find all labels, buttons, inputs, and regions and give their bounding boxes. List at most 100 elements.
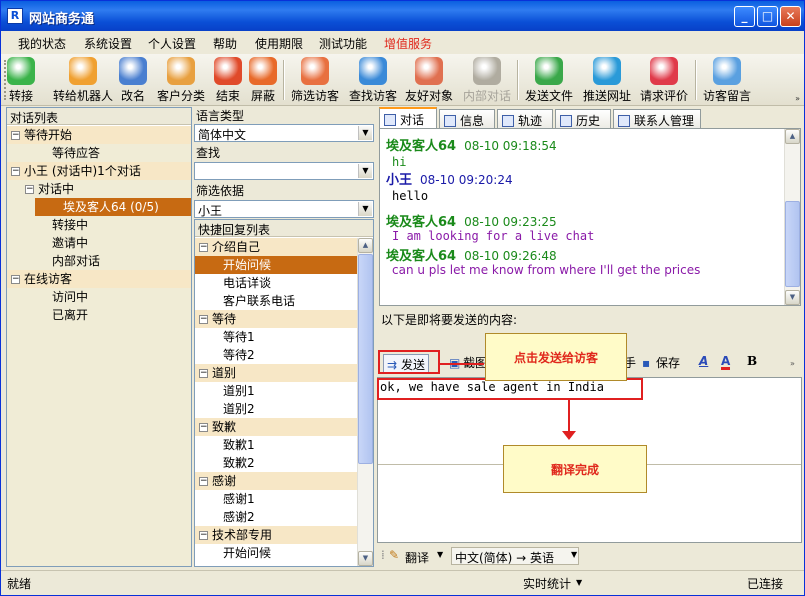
toolbar-button-find-visitor[interactable]: 查找访客 [349, 57, 397, 104]
toolbar-button-request-rating[interactable]: 请求评价 [640, 57, 688, 104]
quick-reply-label: 客户联系电话 [223, 294, 296, 308]
tree-item[interactable]: 埃及客人64 (0/5) [35, 198, 191, 216]
scroll-down-icon[interactable]: ▼ [358, 551, 373, 566]
quick-reply-item[interactable]: 开始问候 [195, 256, 357, 274]
tab-history[interactable]: 历史 [555, 109, 611, 128]
toolbar-button-visitor-message[interactable]: 访客留言 [703, 57, 751, 104]
chevron-down-icon[interactable]: ▼ [576, 578, 582, 587]
tab-info-label: 信息 [460, 114, 485, 128]
tree-item[interactable]: − 在线访客 [11, 270, 72, 288]
tree-item[interactable]: − 等待开始 [11, 126, 72, 144]
tree-item[interactable]: 已离开 [25, 306, 88, 324]
tree-item[interactable]: − 对话中 [25, 180, 74, 198]
quick-reply-item[interactable]: 等待1 [195, 328, 357, 346]
menu-my-status[interactable]: 我的状态 [18, 35, 66, 52]
toolbar-button-rename-card[interactable]: 改名 [119, 57, 147, 104]
menu-usage-period[interactable]: 使用期限 [255, 35, 303, 52]
toolbar-button-end-chat[interactable]: 结束 [214, 57, 242, 104]
quick-reply-item[interactable]: 感谢1 [195, 490, 357, 508]
toolbar-overflow-icon[interactable]: » [790, 359, 798, 369]
quick-reply-group[interactable]: − 感谢 [195, 472, 357, 490]
tab-trace[interactable]: 轨迹 [497, 109, 553, 128]
collapse-toggle-icon[interactable]: − [199, 243, 208, 252]
toolbar-button-transfer[interactable]: 转接 [7, 57, 35, 104]
language-select[interactable]: 简体中文 ▼ [194, 124, 374, 142]
quick-reply-item[interactable]: 道别1 [195, 382, 357, 400]
quick-reply-item[interactable]: 道别2 [195, 400, 357, 418]
collapse-toggle-icon[interactable]: − [25, 185, 34, 194]
tab-info[interactable]: 信息 [439, 109, 495, 128]
quick-reply-group[interactable]: − 道别 [195, 364, 357, 382]
tree-item[interactable]: 转接中 [25, 216, 88, 234]
status-realtime-stats[interactable]: 实时统计 [523, 575, 571, 592]
quick-reply-group[interactable]: − 等待 [195, 310, 357, 328]
quick-reply-group[interactable]: − 技术部专用 [195, 526, 357, 544]
toolbar-button-filter-visitor[interactable]: 筛选访客 [291, 57, 339, 104]
scroll-thumb[interactable] [785, 201, 800, 287]
menu-system-settings[interactable]: 系统设置 [84, 35, 132, 52]
quick-reply-group[interactable]: − 致歉 [195, 418, 357, 436]
toolbar-button-customer-group[interactable]: 客户分类 [157, 57, 205, 104]
tree-item[interactable]: 邀请中 [25, 234, 88, 252]
toolbar-button-push-url[interactable]: 推送网址 [583, 57, 631, 104]
quick-reply-scrollbar[interactable]: ▲ ▼ [357, 238, 373, 566]
menu-help[interactable]: 帮助 [213, 35, 237, 52]
quick-reply-item[interactable]: 开始问候 [195, 544, 357, 562]
collapse-toggle-icon[interactable]: − [199, 531, 208, 540]
tree-item[interactable]: 访问中 [25, 288, 88, 306]
chat-timestamp: 08-10 09:18:54 [464, 139, 557, 153]
translate-button[interactable]: 翻译 [405, 549, 429, 566]
tab-contacts[interactable]: 联系人管理 [613, 109, 701, 128]
chevron-down-icon[interactable]: ▼ [358, 164, 372, 178]
close-button[interactable]: ✕ [780, 6, 801, 27]
tree-item[interactable]: 等待应答 [25, 144, 100, 162]
tree-item[interactable]: 内部对话 [25, 252, 100, 270]
toolbar-overflow-icon[interactable]: » [795, 94, 800, 103]
quick-reply-item[interactable]: 感谢2 [195, 508, 357, 526]
chevron-down-icon[interactable]: ▼ [358, 126, 372, 140]
search-label: 查找 [196, 146, 221, 160]
menu-personal-settings[interactable]: 个人设置 [148, 35, 196, 52]
collapse-toggle-icon[interactable]: − [11, 131, 20, 140]
chevron-down-icon[interactable]: ▼ [358, 202, 372, 216]
quick-reply-item[interactable]: 等待2 [195, 346, 357, 364]
chevron-down-icon[interactable]: ▼ [571, 550, 577, 559]
minimize-button[interactable]: _ [734, 6, 755, 27]
menu-test-features[interactable]: 测试功能 [319, 35, 367, 52]
collapse-toggle-icon[interactable]: − [199, 423, 208, 432]
chevron-down-icon[interactable]: ▼ [437, 550, 443, 559]
bold-button[interactable]: B [747, 354, 757, 373]
collapse-toggle-icon[interactable]: − [11, 275, 20, 284]
tab-chat[interactable]: 对话 [379, 107, 437, 129]
toolbar-button-internal-chat[interactable]: 内部对话 [463, 57, 511, 104]
tree-item[interactable]: − 小王 (对话中)1个对话 [11, 162, 141, 180]
save-button[interactable]: ▪ 保存 [642, 354, 680, 373]
quick-reply-item[interactable]: 电话详谈 [195, 274, 357, 292]
search-combo[interactable]: ▼ [194, 162, 374, 180]
tree-item-label: 小王 (对话中)1个对话 [24, 164, 141, 178]
chat-scrollbar[interactable]: ▲ ▼ [784, 129, 800, 305]
scroll-thumb[interactable] [358, 254, 373, 464]
toolbar-button-robot[interactable]: 转给机器人 [53, 57, 113, 104]
quick-reply-item[interactable]: 致歉2 [195, 454, 357, 472]
scroll-up-icon[interactable]: ▲ [785, 129, 800, 144]
font-style-label: A [699, 354, 709, 368]
scroll-up-icon[interactable]: ▲ [358, 238, 373, 253]
toolbar-button-friend-object[interactable]: 友好对象 [405, 57, 453, 104]
font-style-icon[interactable]: A [699, 354, 708, 373]
font-color-icon[interactable]: A [721, 354, 731, 370]
toolbar-button-block[interactable]: 屏蔽 [249, 57, 277, 104]
maximize-button[interactable]: □ [757, 6, 778, 27]
filter-select[interactable]: 小王 ▼ [194, 200, 374, 218]
collapse-toggle-icon[interactable]: − [199, 477, 208, 486]
quick-reply-item[interactable]: 致歉1 [195, 436, 357, 454]
toolbar-button-send-file[interactable]: 发送文件 [525, 57, 573, 104]
quick-reply-item[interactable]: 客户联系电话 [195, 292, 357, 310]
collapse-toggle-icon[interactable]: − [199, 369, 208, 378]
translate-direction-select[interactable]: 中文(简体) → 英语 [451, 547, 579, 565]
collapse-toggle-icon[interactable]: − [199, 315, 208, 324]
quick-reply-group[interactable]: − 介绍自己 [195, 238, 357, 256]
menu-value-added[interactable]: 增值服务 [384, 35, 432, 52]
scroll-down-icon[interactable]: ▼ [785, 290, 800, 305]
collapse-toggle-icon[interactable]: − [11, 167, 20, 176]
